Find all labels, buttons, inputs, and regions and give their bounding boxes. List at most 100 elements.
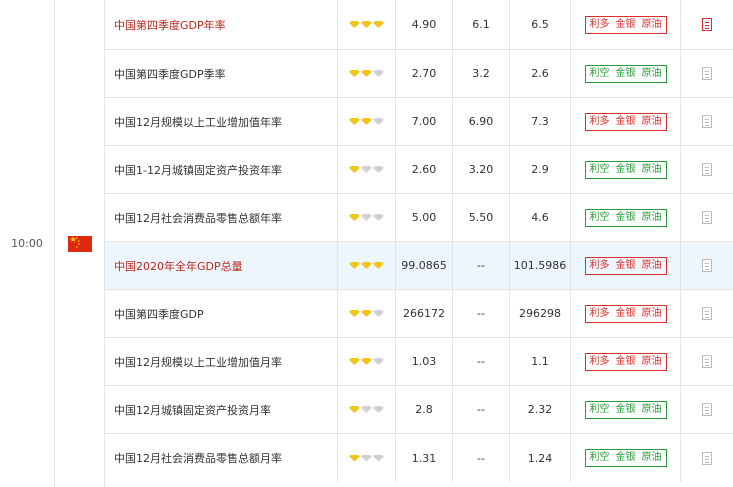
importance-gem-icon (373, 118, 384, 125)
importance-gem-icon (349, 406, 360, 413)
impact-crude-oil: 原油 (641, 259, 662, 271)
impact-cell: 利空 金银 原油 (571, 146, 681, 193)
actual-value: 1.24 (510, 434, 571, 482)
importance-gem-icon (361, 358, 372, 365)
impact-gold-silver: 金银 (615, 115, 636, 127)
document-icon[interactable] (702, 355, 712, 368)
table-row[interactable]: 中国12月规模以上工业增加值月率 1.03 -- 1.1 利多 金银 原油 (105, 338, 733, 386)
impact-badge: 利空 金银 原油 (584, 400, 667, 419)
table-row[interactable]: 中国12月城镇固定资产投资月率 2.8 -- 2.32 利空 金银 原油 (105, 386, 733, 434)
indicator-name[interactable]: 中国12月社会消费品零售总额月率 (105, 434, 338, 482)
importance-gem-icon (373, 214, 384, 221)
forecast-value: -- (453, 242, 510, 289)
table-row[interactable]: 中国1-12月城镇固定资产投资年率 2.60 3.20 2.9 利空 金银 原油 (105, 146, 733, 194)
document-icon[interactable] (702, 115, 712, 128)
previous-value: 1.31 (396, 434, 453, 482)
importance-stars (338, 338, 396, 385)
importance-gem-icon (349, 358, 360, 365)
indicator-name[interactable]: 中国12月规模以上工业增加值年率 (105, 98, 338, 145)
economic-calendar-table: 10:00 ★ ★ ★ ★ ★ 中国第四季度GDP年率 4.90 6.1 6.5 利多… (0, 0, 733, 487)
indicator-name[interactable]: 中国第四季度GDP (105, 290, 338, 337)
importance-stars (338, 98, 396, 145)
impact-crude-oil: 原油 (641, 452, 662, 463)
table-row[interactable]: 中国第四季度GDP 266172 -- 296298 利多 金银 原油 (105, 290, 733, 338)
importance-stars (338, 434, 396, 482)
document-icon[interactable] (702, 307, 712, 320)
importance-gem-icon (361, 454, 372, 462)
indicator-name[interactable]: 中国12月城镇固定资产投资月率 (105, 386, 338, 433)
table-row[interactable]: 中国2020年全年GDP总量 99.0865 -- 101.5986 利多 金银… (105, 242, 733, 290)
importance-stars (338, 194, 396, 241)
impact-badge: 利空 金银 原油 (584, 208, 667, 227)
impact-gold-silver: 金银 (615, 259, 636, 271)
impact-cell: 利空 金银 原油 (571, 386, 681, 433)
impact-crude-oil: 原油 (641, 163, 662, 175)
table-row[interactable]: 中国12月社会消费品零售总额年率 5.00 5.50 4.6 利空 金银 原油 (105, 194, 733, 242)
importance-gem-icon (373, 454, 384, 462)
impact-badge: 利多 金银 原油 (584, 15, 667, 34)
impact-gold-silver: 金银 (615, 163, 636, 175)
impact-gold-silver: 金银 (615, 355, 636, 367)
document-icon[interactable] (702, 451, 712, 465)
previous-value: 266172 (396, 290, 453, 337)
impact-crude-oil: 原油 (641, 403, 662, 415)
document-icon[interactable] (702, 18, 712, 31)
actual-value: 296298 (510, 290, 571, 337)
previous-value: 7.00 (396, 98, 453, 145)
impact-badge: 利空 金银 原油 (584, 160, 667, 179)
impact-crude-oil: 原油 (641, 307, 662, 319)
doc-cell (681, 0, 733, 49)
impact-badge: 利多 金银 原油 (584, 256, 667, 275)
importance-gem-icon (373, 21, 384, 28)
document-icon[interactable] (702, 259, 712, 272)
impact-direction: 利空 (589, 403, 610, 415)
impact-cell: 利多 金银 原油 (571, 0, 681, 49)
previous-value: 1.03 (396, 338, 453, 385)
indicator-name[interactable]: 中国12月规模以上工业增加值月率 (105, 338, 338, 385)
document-icon[interactable] (702, 403, 712, 416)
indicator-name[interactable]: 中国1-12月城镇固定资产投资年率 (105, 146, 338, 193)
document-icon[interactable] (702, 67, 712, 80)
document-icon[interactable] (702, 211, 712, 224)
impact-crude-oil: 原油 (641, 115, 662, 127)
doc-cell (681, 338, 733, 385)
impact-badge: 利多 金银 原油 (584, 304, 667, 323)
forecast-value: -- (453, 386, 510, 433)
forecast-value: 5.50 (453, 194, 510, 241)
importance-stars (338, 242, 396, 289)
impact-cell: 利多 金银 原油 (571, 338, 681, 385)
table-row[interactable]: 中国12月社会消费品零售总额月率 1.31 -- 1.24 利空 金银 原油 (105, 434, 733, 482)
doc-cell (681, 386, 733, 433)
importance-gem-icon (373, 406, 384, 413)
impact-crude-oil: 原油 (641, 355, 662, 367)
document-icon[interactable] (702, 163, 712, 176)
impact-gold-silver: 金银 (615, 67, 636, 79)
importance-gem-icon (349, 70, 360, 77)
actual-value: 4.6 (510, 194, 571, 241)
previous-value: 5.00 (396, 194, 453, 241)
impact-badge: 利空 金银 原油 (584, 449, 667, 467)
impact-gold-silver: 金银 (615, 452, 636, 463)
forecast-value: 3.2 (453, 50, 510, 97)
importance-gem-icon (349, 166, 360, 173)
doc-cell (681, 146, 733, 193)
impact-direction: 利空 (589, 67, 610, 79)
actual-value: 101.5986 (510, 242, 571, 289)
importance-gem-icon (349, 21, 360, 28)
table-row[interactable]: 中国第四季度GDP年率 4.90 6.1 6.5 利多 金银 原油 (105, 0, 733, 50)
indicator-name[interactable]: 中国2020年全年GDP总量 (105, 242, 338, 289)
indicator-name[interactable]: 中国12月社会消费品零售总额年率 (105, 194, 338, 241)
indicator-name[interactable]: 中国第四季度GDP季率 (105, 50, 338, 97)
actual-value: 7.3 (510, 98, 571, 145)
impact-cell: 利空 金银 原油 (571, 434, 681, 482)
impact-direction: 利空 (589, 163, 610, 175)
importance-gem-icon (361, 70, 372, 77)
indicator-name[interactable]: 中国第四季度GDP年率 (105, 0, 338, 49)
table-row[interactable]: 中国12月规模以上工业增加值年率 7.00 6.90 7.3 利多 金银 原油 (105, 98, 733, 146)
impact-direction: 利多 (589, 307, 610, 319)
table-row[interactable]: 中国第四季度GDP季率 2.70 3.2 2.6 利空 金银 原油 (105, 50, 733, 98)
doc-cell (681, 434, 733, 482)
impact-direction: 利多 (589, 259, 610, 271)
importance-gem-icon (373, 70, 384, 77)
importance-gem-icon (349, 310, 360, 317)
